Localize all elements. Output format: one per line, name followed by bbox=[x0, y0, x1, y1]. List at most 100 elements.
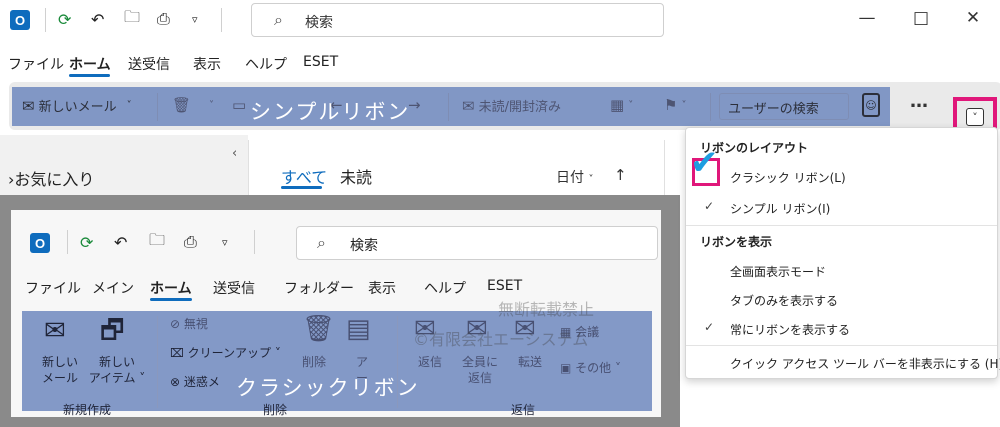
tab-send-receive[interactable]: 送受信 bbox=[128, 54, 170, 74]
undo-icon[interactable]: ↶ bbox=[114, 231, 127, 253]
classic-tab-main[interactable]: メイン bbox=[92, 278, 134, 298]
sort-direction-button[interactable]: ↑ bbox=[614, 166, 627, 184]
print-icon[interactable]: ⎙ bbox=[157, 8, 170, 30]
address-book-icon[interactable]: ☺ bbox=[862, 93, 880, 117]
delete-button[interactable]: 🗑 ˅ bbox=[172, 96, 214, 114]
maximize-button[interactable]: □ bbox=[906, 8, 936, 28]
toolbar-divider bbox=[254, 230, 255, 254]
group-label-reply: 返信 bbox=[511, 403, 536, 417]
delete-button[interactable]: 削除 bbox=[298, 354, 330, 370]
chevron-down-icon: ˅ bbox=[681, 99, 687, 111]
check-icon: ✓ bbox=[704, 199, 715, 213]
new-item-button[interactable]: 新しい アイテム ˅ bbox=[86, 354, 148, 386]
reply-all-button[interactable]: 全員に 返信 bbox=[458, 354, 502, 386]
mail-icon: ✉ bbox=[22, 96, 35, 115]
sync-icon[interactable]: ⟳ bbox=[58, 8, 71, 30]
classic-tab-help[interactable]: ヘルプ bbox=[424, 278, 466, 298]
folder-icon[interactable]: 🗀 bbox=[149, 230, 165, 253]
archive-button[interactable]: ▭ bbox=[232, 96, 246, 114]
collapse-pane-icon[interactable]: ‹ bbox=[232, 146, 237, 161]
dropdown-icon[interactable]: ▿ bbox=[192, 8, 198, 30]
toolbar-divider bbox=[221, 8, 222, 32]
unread-read-label: 未読/開封済み bbox=[478, 100, 561, 115]
archive-icon: ▭ bbox=[232, 96, 247, 114]
classic-ribbon-caption: クラシックリボン bbox=[236, 376, 420, 400]
ignore-button[interactable]: ⊘ 無視 bbox=[170, 316, 208, 332]
user-search-input[interactable]: ユーザーの検索 bbox=[719, 93, 849, 120]
search-placeholder: 検索 bbox=[305, 15, 333, 31]
toolbar-divider bbox=[45, 8, 46, 32]
print-icon[interactable]: ⎙ bbox=[184, 231, 197, 253]
flag-icon: ⚑ bbox=[664, 96, 678, 114]
new-mail-button[interactable]: ✉ 新しいメール ˅ bbox=[22, 96, 132, 116]
sync-icon[interactable]: ⟳ bbox=[80, 231, 93, 253]
more-options-button[interactable]: … bbox=[910, 91, 929, 112]
classic-tab-file[interactable]: ファイル bbox=[25, 278, 81, 298]
fullscreen-option[interactable]: 全画面表示モード bbox=[730, 263, 826, 280]
title-bar: O ⟳ ↶ 🗀 ⎙ ▿ ⌕ 検索 — □ ✕ bbox=[0, 0, 1000, 40]
undo-icon[interactable]: ↶ bbox=[91, 8, 104, 30]
junk-button[interactable]: ⊗ 迷惑メ bbox=[170, 374, 220, 390]
classic-tab-view[interactable]: 表示 bbox=[368, 278, 396, 298]
chevron-down-icon: ˅ bbox=[209, 99, 215, 111]
trash-icon: 🗑 bbox=[172, 96, 192, 114]
reply-button[interactable]: 返信 bbox=[410, 354, 450, 370]
new-mail-button[interactable]: 新しい メール bbox=[38, 354, 82, 386]
ribbon-divider bbox=[448, 93, 449, 121]
folder-icon[interactable]: 🗀 bbox=[124, 7, 140, 30]
favorites-folder[interactable]: ›お気に入り bbox=[8, 166, 94, 190]
simple-ribbon-option[interactable]: シンプル リボン(I) bbox=[730, 200, 830, 217]
classic-tab-folder[interactable]: フォルダー bbox=[284, 278, 354, 298]
chevron-down-icon: ˅ bbox=[972, 110, 978, 124]
minimize-button[interactable]: — bbox=[852, 8, 882, 28]
sort-label: 日付 bbox=[556, 170, 584, 186]
menu-divider bbox=[686, 345, 997, 346]
tab-eset[interactable]: ESET bbox=[303, 54, 338, 70]
checkmark-icon: ✔ bbox=[690, 143, 719, 183]
chevron-down-icon: ˅ bbox=[126, 100, 132, 111]
tab-file[interactable]: ファイル bbox=[8, 54, 64, 74]
search-input[interactable]: ⌕ 検索 bbox=[251, 3, 664, 37]
categorize-button[interactable]: ▦ ˅ bbox=[610, 96, 633, 114]
grid-icon: ▦ bbox=[610, 96, 625, 114]
close-button[interactable]: ✕ bbox=[958, 8, 988, 28]
classic-search-input[interactable]: ⌕ 検索 bbox=[296, 226, 658, 260]
pane-divider bbox=[664, 140, 665, 195]
junk-icon: ⊗ bbox=[170, 375, 184, 389]
filter-tab-indicator bbox=[281, 186, 322, 189]
group-label-new: 新規作成 bbox=[63, 403, 112, 417]
sort-by-date-button[interactable]: 日付 ˅ bbox=[556, 167, 593, 187]
outlook-logo-icon: O bbox=[30, 232, 50, 254]
cleanup-button[interactable]: ⌧ クリーンアップ ˅ bbox=[170, 345, 281, 361]
cleanup-icon: ⌧ bbox=[170, 346, 188, 360]
ribbon-divider bbox=[710, 93, 711, 121]
ribbon-display-options-button[interactable]: ˅ bbox=[966, 108, 984, 126]
pane-divider bbox=[248, 140, 249, 195]
more-icon: ▣ bbox=[560, 361, 576, 375]
other-reply-button[interactable]: ▣ その他 ˅ bbox=[560, 360, 621, 376]
filter-tab-all[interactable]: すべて bbox=[281, 164, 327, 188]
classic-tab-send-receive[interactable]: 送受信 bbox=[213, 278, 255, 298]
ribbon-group-divider bbox=[157, 316, 158, 408]
always-show-ribbon-option[interactable]: 常にリボンを表示する bbox=[730, 321, 850, 338]
classic-tab-eset[interactable]: ESET bbox=[487, 278, 522, 294]
menu-divider bbox=[686, 225, 997, 226]
flag-button[interactable]: ⚑ ˅ bbox=[664, 96, 686, 114]
toolbar-divider bbox=[67, 230, 68, 254]
classic-tab-home[interactable]: ホーム bbox=[150, 278, 192, 298]
hide-quick-access-option[interactable]: クイック アクセス ツール バーを非表示にする (H) bbox=[730, 355, 1000, 372]
classic-ribbon-option[interactable]: クラシック リボン(L) bbox=[730, 169, 846, 186]
check-icon: ✓ bbox=[704, 320, 715, 334]
filter-tab-unread[interactable]: 未読 bbox=[340, 164, 372, 188]
tab-home[interactable]: ホーム bbox=[69, 54, 111, 74]
forward-button[interactable]: 転送 bbox=[510, 354, 550, 370]
search-icon: ⌕ bbox=[274, 10, 283, 29]
tabs-only-option[interactable]: タブのみを表示する bbox=[730, 292, 838, 309]
tab-view[interactable]: 表示 bbox=[193, 54, 221, 74]
new-mail-icon: ✉ bbox=[44, 316, 66, 346]
group-label-delete: 削除 bbox=[263, 403, 288, 417]
dropdown-icon[interactable]: ▿ bbox=[222, 231, 228, 253]
tab-help[interactable]: ヘルプ bbox=[245, 54, 287, 74]
archive-icon: ▤ bbox=[346, 314, 371, 344]
unread-read-button[interactable]: ✉ 未読/開封済み bbox=[462, 96, 561, 116]
